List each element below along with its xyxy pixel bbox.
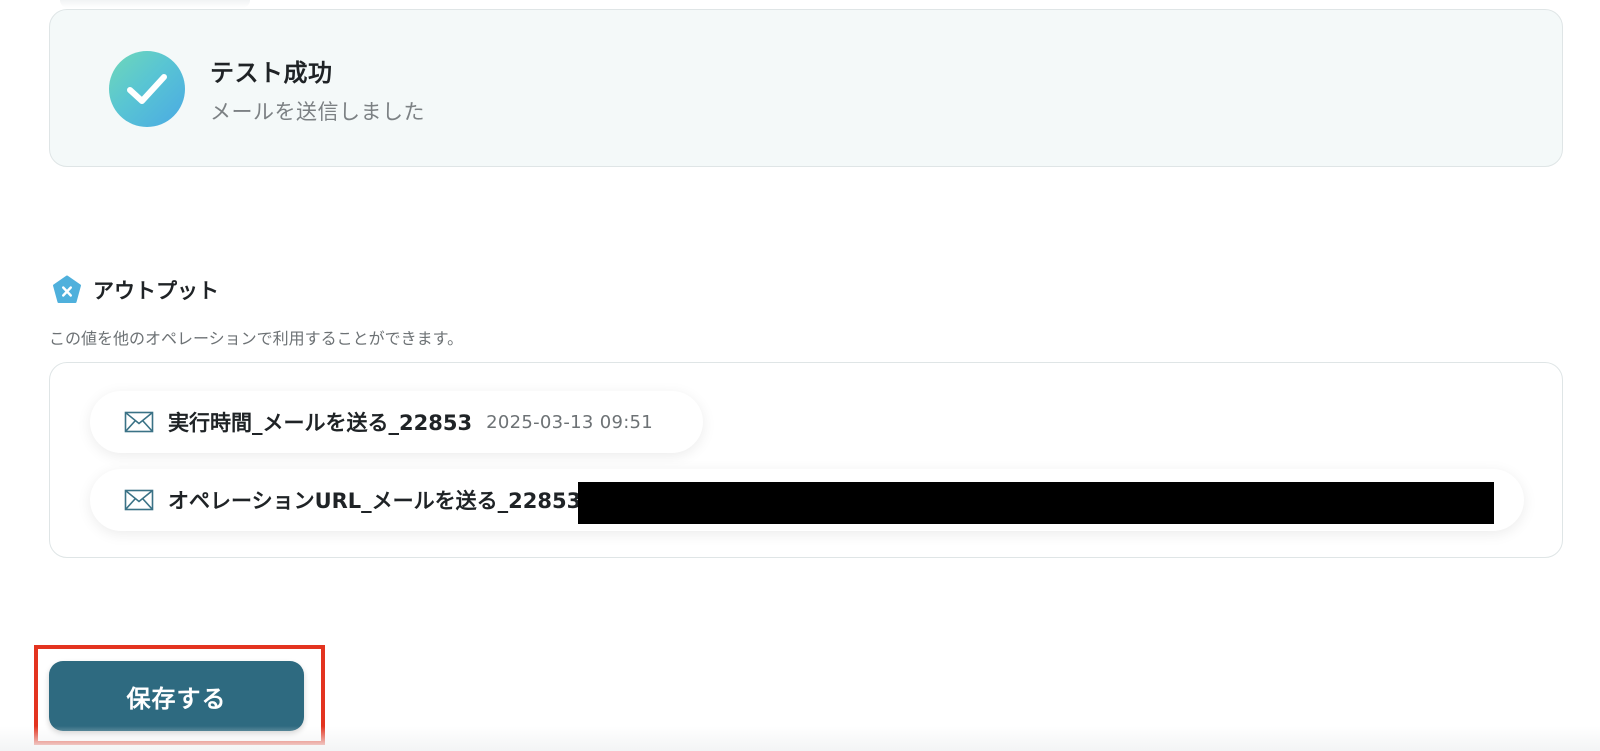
check-circle-icon: [109, 51, 185, 127]
redacted-value: [578, 482, 1494, 524]
output-chip-label: オペレーションURL_メールを送る_22853: [168, 489, 582, 513]
output-chip-label: 実行時間_メールを送る_22853: [168, 411, 473, 435]
test-result-card: テスト成功 メールを送信しました: [49, 9, 1563, 167]
save-button[interactable]: 保存する: [49, 661, 304, 731]
output-chip-operation-url[interactable]: オペレーションURL_メールを送る_22853: [90, 469, 1524, 531]
output-values-card: 実行時間_メールを送る_22853 2025-03-13 09:51 オペレーシ…: [49, 362, 1563, 558]
mail-icon: [124, 489, 154, 511]
mail-icon: [124, 411, 154, 433]
variable-pentagon-icon: [53, 275, 81, 303]
output-chip-value: 2025-03-13 09:51: [486, 411, 654, 433]
output-chip-execution-time[interactable]: 実行時間_メールを送る_22853 2025-03-13 09:51: [90, 391, 703, 453]
output-section-header: アウトプット: [51, 274, 219, 306]
test-result-message: メールを送信しました: [210, 100, 425, 124]
page: テスト成功 メールを送信しました アウトプット この値を他のオペレーションで利用…: [0, 0, 1600, 751]
output-description: この値を他のオペレーションで利用することができます。: [49, 329, 464, 348]
top-shadow: [60, 0, 250, 8]
test-result-title: テスト成功: [210, 59, 333, 87]
output-title: アウトプット: [93, 279, 219, 303]
